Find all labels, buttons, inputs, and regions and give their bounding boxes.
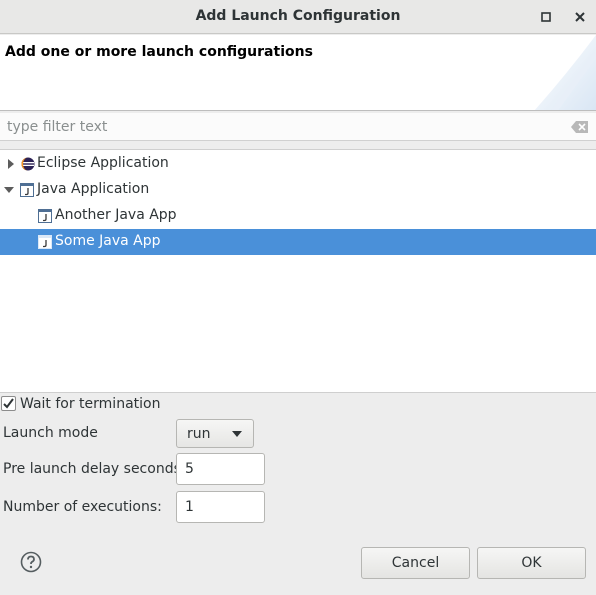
number-of-executions-input[interactable] [177,492,264,522]
title-bar: Add Launch Configuration [0,0,596,34]
expand-arrow-icon[interactable] [5,158,17,170]
launch-config-tree[interactable]: Eclipse Application Java Application Ano… [0,149,596,393]
tree-item-eclipse-application[interactable]: Eclipse Application [0,151,596,177]
tree-item-another-java-app[interactable]: Another Java App [0,203,596,229]
java-app-icon [38,209,52,223]
wait-for-termination-label[interactable]: Wait for termination [20,396,160,412]
launch-mode-value: run [187,426,211,442]
tree-item-label: Some Java App [55,233,161,249]
dialog-banner: Add one or more launch configurations [0,35,596,111]
checkmark-icon [3,398,14,409]
maximize-icon [541,12,551,22]
java-app-icon [38,235,52,249]
launch-mode-dropdown[interactable]: run [176,419,254,448]
close-button[interactable] [569,6,591,28]
options-panel: Wait for termination Launch mode run Pre… [0,393,596,533]
banner-heading: Add one or more launch configurations [5,44,313,60]
collapse-arrow-icon[interactable] [3,184,15,196]
cancel-button[interactable]: Cancel [361,547,470,579]
eclipse-icon [21,157,35,171]
ok-button[interactable]: OK [477,547,586,579]
help-icon[interactable] [20,551,42,573]
clear-filter-icon[interactable] [571,120,589,134]
number-of-executions-field[interactable] [176,491,265,523]
pre-launch-delay-label: Pre launch delay seconds: [3,461,186,477]
tree-item-java-application[interactable]: Java Application [0,177,596,203]
java-app-icon [20,183,34,197]
filter-input[interactable] [0,113,560,140]
close-icon [575,12,585,22]
number-of-executions-label: Number of executions: [3,499,162,515]
pre-launch-delay-field[interactable] [176,453,265,485]
tree-item-label: Eclipse Application [37,155,169,171]
launch-mode-label: Launch mode [3,425,98,441]
pre-launch-delay-input[interactable] [177,454,264,484]
tree-item-some-java-app[interactable]: Some Java App [0,229,596,255]
tree-item-label: Another Java App [55,207,177,223]
maximize-button[interactable] [535,6,557,28]
banner-decoration-icon [534,35,596,110]
window-title: Add Launch Configuration [195,8,401,24]
filter-bar [0,113,596,141]
chevron-down-icon [232,431,242,437]
tree-item-label: Java Application [37,181,150,197]
wait-for-termination-checkbox[interactable] [1,396,16,411]
